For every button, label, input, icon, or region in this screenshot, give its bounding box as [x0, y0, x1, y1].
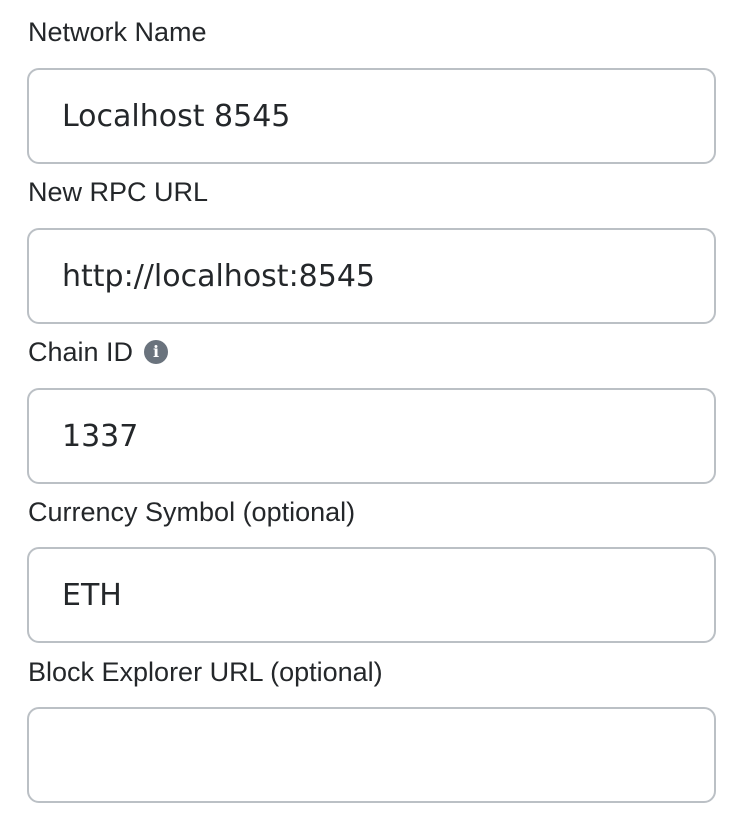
block-explorer-input[interactable] — [27, 707, 716, 803]
network-name-input[interactable] — [27, 68, 716, 164]
chain-id-label: Chain ID i — [28, 336, 169, 368]
rpc-url-input[interactable] — [27, 228, 716, 324]
block-explorer-label: Block Explorer URL (optional) — [28, 656, 383, 688]
info-icon[interactable]: i — [144, 340, 169, 364]
chain-id-input[interactable] — [27, 388, 716, 484]
currency-symbol-label: Currency Symbol (optional) — [28, 496, 355, 528]
rpc-url-label: New RPC URL — [28, 176, 208, 208]
rpc-url-label-text: New RPC URL — [28, 177, 209, 207]
block-explorer-label-text: Block Explorer URL (optional) — [28, 657, 383, 687]
chain-id-label-text: Chain ID — [28, 337, 134, 367]
network-name-label-text: Network Name — [28, 17, 207, 47]
currency-symbol-label-text: Currency Symbol (optional) — [28, 497, 356, 527]
network-name-label: Network Name — [28, 16, 207, 48]
currency-symbol-input[interactable] — [27, 547, 716, 643]
